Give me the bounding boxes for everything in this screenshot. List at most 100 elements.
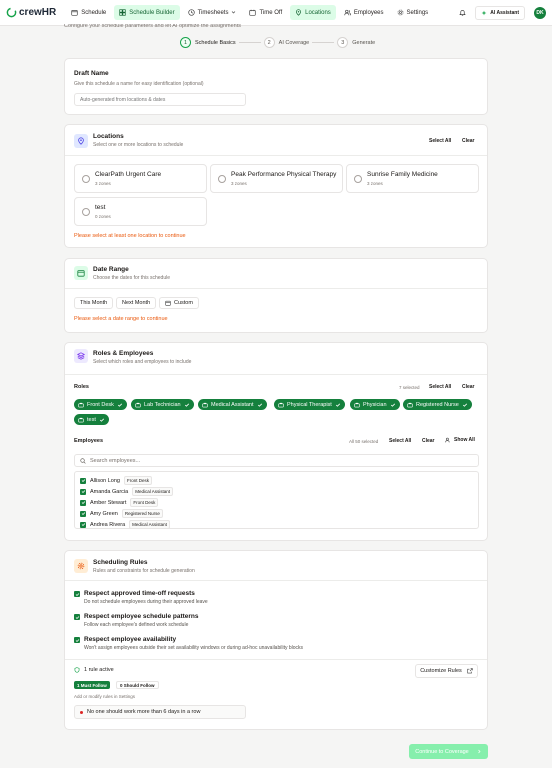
avatar[interactable]: DK [534,6,546,19]
show-all-button[interactable]: Show All [445,437,475,443]
radio[interactable] [82,208,90,216]
location-option[interactable]: ClearPath Urgent Care 3 zones [74,164,207,193]
gear-icon [397,9,403,16]
list-item[interactable]: Amanda Garcia Medical Assistant [80,487,173,496]
divider [65,288,487,289]
role-chip[interactable]: Physician [350,399,400,410]
employee-list[interactable]: Allison Long Front Desk Amanda Garcia Me… [74,471,479,529]
map-pin-icon [296,9,302,16]
step-ai-coverage[interactable]: 2 AI Coverage [263,37,309,48]
role-chip-label: Physical Therapist [287,401,332,408]
locations-clear[interactable]: Clear [462,138,475,144]
search-icon [80,457,86,464]
nav-timesheets[interactable]: Timesheets [183,5,242,20]
location-zones: 3 zones [367,181,383,186]
location-name: Sunrise Family Medicine [367,171,438,178]
rule-option[interactable]: Respect employee schedule patterns Follow… [74,613,199,628]
calendar-icon [74,266,88,280]
locations-title: Locations [93,133,124,140]
location-option[interactable]: test 0 zones [74,197,207,226]
checkbox[interactable] [80,488,86,495]
calendar-icon [71,10,78,16]
step-schedule-basics[interactable]: 1 Schedule Basics [180,37,236,48]
list-item[interactable]: Allison Long Front Desk [80,476,152,485]
this-month-button[interactable]: This Month [74,297,114,309]
locations-warning: Please select at least one location to c… [74,233,186,239]
role-chip[interactable]: test [74,414,109,425]
chevron-down-icon [232,11,236,14]
nav-time-off[interactable]: Time Off [244,5,287,20]
radio[interactable] [218,175,226,183]
check-icon [81,490,85,494]
should-follow-badge: 0 Should Follow [116,681,159,689]
list-item[interactable]: Amber Stewart Front Desk [80,498,159,507]
nav-schedule-builder-label: Schedule Builder [129,9,175,16]
check-icon [81,512,85,516]
date-range-title: Date Range [93,266,129,273]
checkbox[interactable] [74,591,80,597]
map-pin-icon [74,134,88,148]
shield-icon [74,667,80,673]
rule-option[interactable]: Respect approved time-off requests Do not… [74,590,208,605]
nav-settings[interactable]: Settings [392,5,434,20]
show-all-label: Show All [454,437,475,443]
employees-clear[interactable]: Clear [422,438,435,444]
nav-schedule-builder[interactable]: Schedule Builder [114,5,180,20]
role-chip[interactable]: Medical Assistant [198,399,267,410]
role-chip[interactable]: Registered Nurse [403,399,472,410]
draft-name-input[interactable] [74,93,246,106]
step-divider [312,42,335,43]
checkbox[interactable] [74,614,80,620]
radio[interactable] [82,175,90,183]
ai-assistant-button[interactable]: AI Assistant [475,5,525,20]
rule-item[interactable]: No one should work more than 6 days in a… [74,705,246,719]
list-item[interactable]: Andrea Rivera Medical Assistant [80,520,170,528]
custom-date-button[interactable]: Custom [159,297,199,309]
role-chip[interactable]: Front Desk [74,399,127,410]
app-logo[interactable]: crewHR [6,7,56,18]
locations-select-all[interactable]: Select All [429,138,451,144]
check-icon [75,615,79,619]
employee-role-tag: Medical Assistant [132,487,173,496]
roles-clear[interactable]: Clear [462,384,475,390]
top-nav: crewHR Schedule Schedule Builder Timeshe… [0,0,552,26]
date-range-card: Date Range Choose the dates for this sch… [64,258,488,333]
nav-employees[interactable]: Employees [339,5,389,20]
roles-select-all[interactable]: Select All [429,384,451,390]
role-chip[interactable]: Physical Therapist [274,399,345,410]
nav-locations[interactable]: Locations [290,5,336,20]
location-option[interactable]: Peak Performance Physical Therapy 3 zone… [210,164,343,193]
rule-option[interactable]: Respect employee availability Won't assig… [74,636,303,651]
checkbox[interactable] [80,499,86,506]
checkbox[interactable] [80,510,86,517]
settings-icon [74,559,88,573]
next-month-button[interactable]: Next Month [116,297,157,309]
employee-role-tag: Medical Assistant [129,520,170,528]
step-generate[interactable]: 3 Generate [337,37,375,48]
draft-subtitle: Give this schedule a name for easy ident… [74,81,204,87]
customize-rules-button[interactable]: Customize Rules [415,664,478,678]
briefcase-icon [135,402,141,407]
nav-schedule[interactable]: Schedule [66,5,111,20]
calendar-off-icon [249,9,257,16]
checkbox[interactable] [80,521,86,528]
employees-select-all[interactable]: Select All [389,438,411,444]
checkbox[interactable] [80,477,86,484]
role-chip[interactable]: Lab Technician [131,399,194,410]
locations-card: Locations Select one or more locations t… [64,124,488,248]
list-item[interactable]: Amy Green Registered Nurse [80,509,163,518]
radio[interactable] [354,175,362,183]
employees-selected-count: All 50 selected [349,439,379,444]
roles-label: Roles [74,384,89,390]
continue-button[interactable]: Continue to Coverage [409,744,488,759]
rule-title: Respect approved time-off requests [84,590,195,597]
employee-search[interactable]: Search employees... [74,454,479,467]
checkbox[interactable] [74,637,80,643]
employee-role-tag: Front Desk [123,476,152,485]
nav-employees-label: Employees [353,9,384,16]
bell-icon[interactable] [459,9,467,16]
roles-employees-card: Roles & Employees Select which roles and… [64,342,488,541]
divider [65,155,487,156]
location-option[interactable]: Sunrise Family Medicine 3 zones [346,164,479,193]
locations-subtitle: Select one or more locations to schedule [93,142,184,148]
